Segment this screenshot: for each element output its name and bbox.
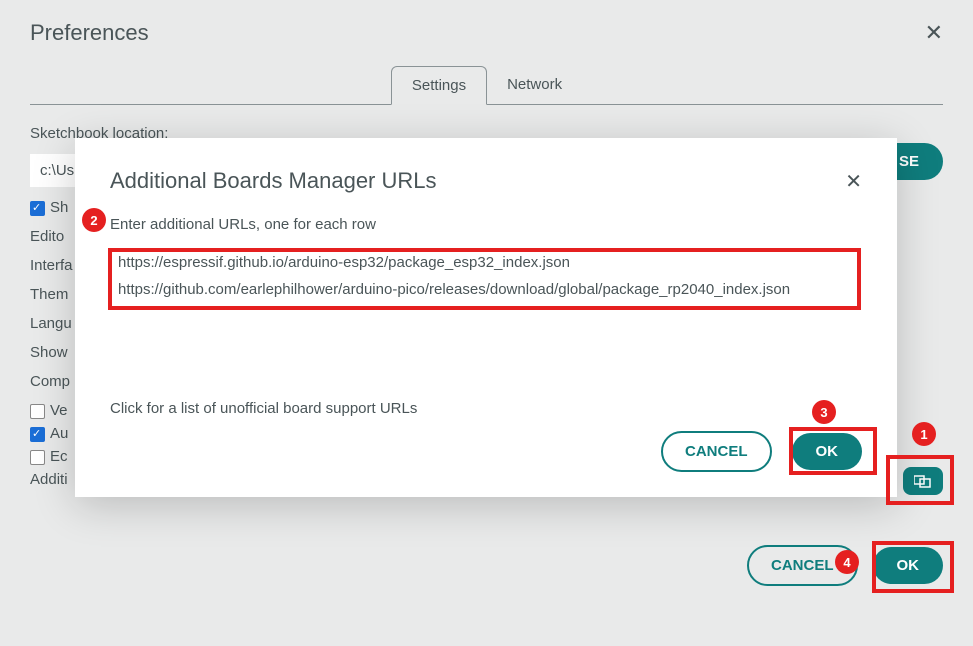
modal-buttons: CANCEL OK xyxy=(110,431,862,472)
preferences-title: Preferences xyxy=(30,20,149,46)
tab-network[interactable]: Network xyxy=(487,66,582,104)
auto-label: Au xyxy=(50,425,68,442)
show-sketches-label: Sh xyxy=(50,199,68,216)
modal-header: Additional Boards Manager URLs ✕ xyxy=(110,168,862,194)
show-sketches-checkbox[interactable] xyxy=(30,201,45,216)
marker-3: 3 xyxy=(812,400,836,424)
urls-textarea[interactable] xyxy=(110,245,862,385)
verify-label: Ve xyxy=(50,402,68,419)
expand-urls-button[interactable] xyxy=(903,467,943,495)
modal-close-icon[interactable]: ✕ xyxy=(845,169,862,194)
tab-bar: Settings Network xyxy=(30,66,943,105)
prefs-ok-button[interactable]: OK xyxy=(873,547,944,584)
verify-checkbox[interactable] xyxy=(30,404,45,419)
close-icon[interactable]: ✕ xyxy=(925,20,943,46)
export-checkbox[interactable] xyxy=(30,450,45,465)
modal-instruction: Enter additional URLs, one for each row xyxy=(110,216,862,233)
marker-2: 2 xyxy=(82,208,106,232)
modal-cancel-button[interactable]: CANCEL xyxy=(661,431,772,472)
marker-4: 4 xyxy=(835,550,859,574)
modal-title: Additional Boards Manager URLs xyxy=(110,168,437,194)
tab-settings[interactable]: Settings xyxy=(391,66,487,105)
boards-manager-urls-dialog: Additional Boards Manager URLs ✕ Enter a… xyxy=(75,138,897,497)
marker-1: 1 xyxy=(912,422,936,446)
unofficial-urls-link[interactable]: Click for a list of unofficial board sup… xyxy=(110,400,862,417)
prefs-header: Preferences ✕ xyxy=(30,0,943,56)
export-label: Ec xyxy=(50,448,68,465)
auto-checkbox[interactable] xyxy=(30,427,45,442)
expand-icon xyxy=(914,474,932,488)
modal-ok-button[interactable]: OK xyxy=(792,433,863,470)
